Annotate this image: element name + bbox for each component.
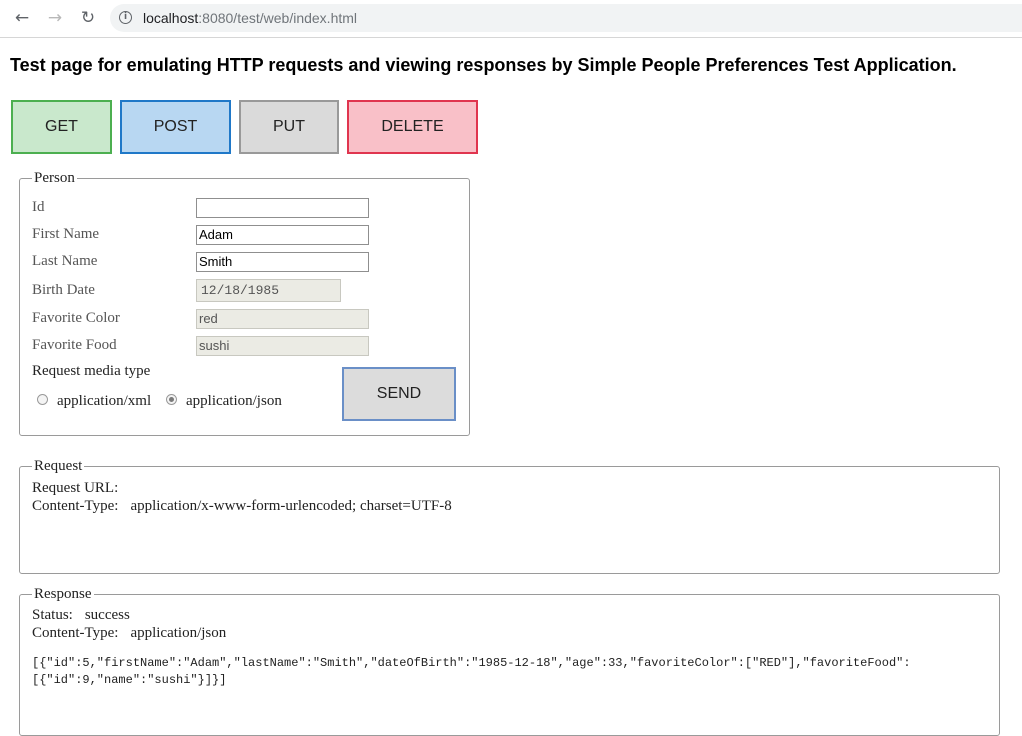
request-content-type-value: application/x-www-form-urlencoded; chars… [130,498,452,514]
last-name-label: Last Name [32,253,98,269]
info-icon[interactable]: i [119,11,132,24]
reload-icon[interactable]: ↻ [77,8,99,28]
url-path: :8080/test/web/index.html [198,10,358,26]
favorite-color-field[interactable]: red [196,309,369,329]
radio-xml[interactable] [37,394,48,405]
post-button[interactable]: POST [120,100,231,154]
response-content-type-key: Content-Type: [32,625,119,641]
response-content-type-row: Content-Type: application/json [32,625,226,642]
get-button[interactable]: GET [11,100,112,154]
request-content-type-key: Content-Type: [32,498,119,514]
delete-button[interactable]: DELETE [347,100,478,154]
request-content-type-row: Content-Type: application/x-www-form-urle… [32,498,452,515]
response-status-row: Status: success [32,607,130,624]
request-legend: Request [34,458,83,474]
radio-json-label[interactable]: application/json [186,393,282,410]
response-content-type-value: application/json [130,625,227,641]
favorite-food-field[interactable]: sushi [196,336,369,356]
forward-arrow-icon[interactable]: → [44,8,66,28]
response-body: [{"id":5,"firstName":"Adam","lastName":"… [32,656,911,687]
favorite-color-label: Favorite Color [32,310,120,326]
request-url-key: Request URL: [32,480,119,496]
browser-toolbar: ← → ↻ i localhost:8080/test/web/index.ht… [0,0,1022,38]
birth-date-field[interactable]: 12/18/1985 [196,279,341,302]
page-title: Test page for emulating HTTP requests an… [10,55,957,75]
send-button[interactable]: SEND [342,367,456,421]
last-name-field[interactable]: Smith [196,252,369,272]
person-legend: Person [34,170,75,186]
response-legend: Response [34,586,92,602]
response-status-value: success [84,607,130,623]
response-status-key: Status: [32,607,73,623]
id-field[interactable] [196,198,369,218]
request-fieldset: Request [19,458,1000,574]
address-bar[interactable]: i localhost:8080/test/web/index.html [110,4,1022,32]
radio-json[interactable] [166,394,177,405]
url-text[interactable]: localhost:8080/test/web/index.html [143,10,357,26]
media-type-label: Request media type [32,363,151,379]
request-url-row: Request URL: [32,480,130,497]
put-button[interactable]: PUT [239,100,339,154]
first-name-field[interactable]: Adam [196,225,369,245]
first-name-label: First Name [32,226,100,242]
id-label: Id [32,199,45,215]
birth-date-label: Birth Date [32,282,95,298]
favorite-food-label: Favorite Food [32,337,117,353]
back-arrow-icon[interactable]: ← [11,8,33,28]
url-host: localhost [143,10,199,26]
radio-xml-label[interactable]: application/xml [57,393,151,410]
